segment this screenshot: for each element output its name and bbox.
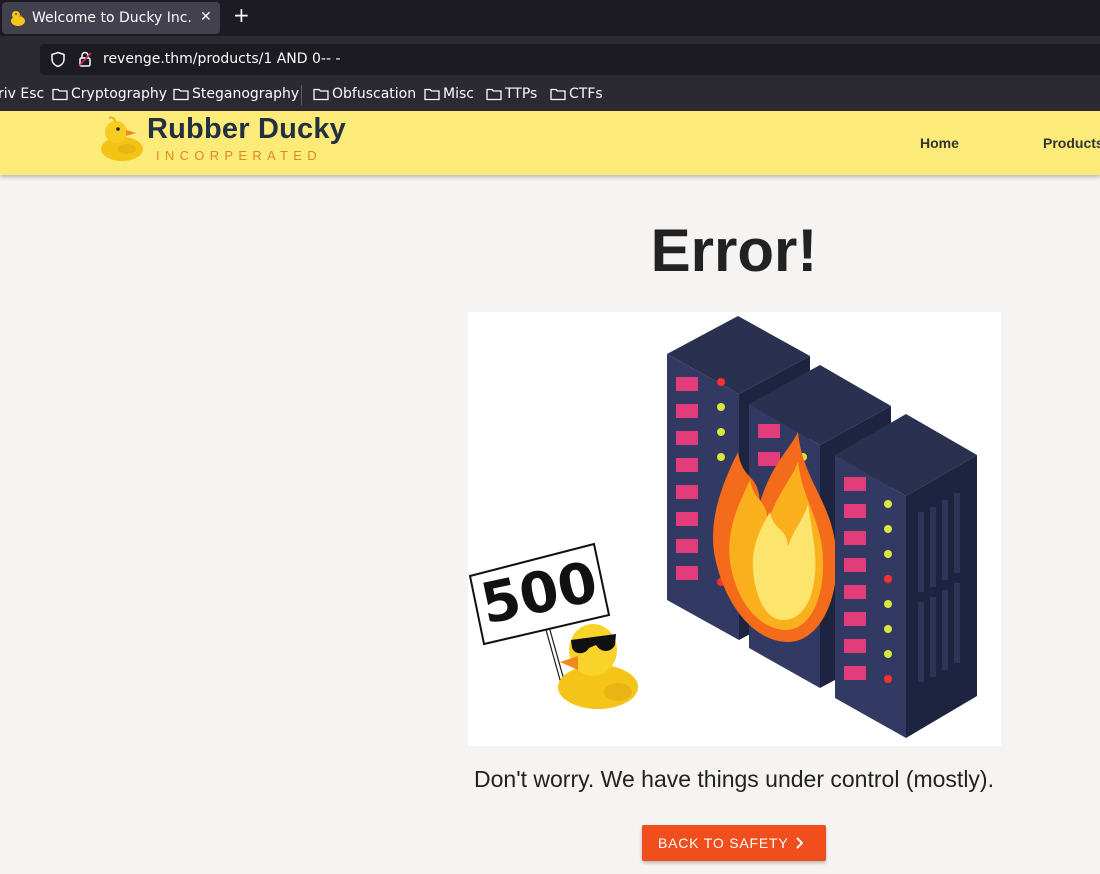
shield-icon[interactable] — [50, 51, 66, 68]
bookmark-label: TTPs — [505, 86, 538, 102]
bookmark-label: Cryptography — [71, 86, 168, 102]
error-illustration: 500 — [468, 312, 1001, 746]
sunglasses-duck — [558, 624, 638, 709]
logo-title[interactable]: Rubber Ducky — [147, 113, 346, 146]
bookmark-label: Misc — [443, 86, 474, 102]
error-heading: Error! — [650, 217, 818, 284]
bookmark-priv-esc[interactable]: riv Esc — [0, 86, 44, 102]
bookmarks-separator — [301, 85, 302, 105]
folder-icon — [173, 88, 189, 101]
bookmark-label: CTFs — [569, 86, 603, 102]
nav-home-link[interactable]: Home — [920, 135, 959, 151]
bookmark-cryptography[interactable]: Cryptography — [52, 86, 167, 102]
bookmark-label: Obfuscation — [332, 86, 417, 102]
error-message: Don't worry. We have things under contro… — [474, 766, 994, 792]
logo-subtitle: INCORPERATED — [156, 148, 322, 163]
bookmark-ctfs[interactable]: CTFs — [550, 86, 603, 102]
chevron-right-icon — [796, 837, 803, 849]
browser-tab-strip: Welcome to Ducky Inc. ✕ + — [0, 0, 1100, 36]
server-fire-illustration: 500 — [468, 316, 977, 738]
new-tab-button[interactable]: + — [233, 3, 250, 27]
url-text[interactable]: revenge.thm/products/1 AND 0-- - — [103, 51, 341, 67]
bookmark-misc[interactable]: Misc — [424, 86, 474, 102]
bookmarks-bar: riv Esc Cryptography Steganography Obfus… — [0, 79, 1100, 111]
browser-toolbar: revenge.thm/products/1 AND 0-- - — [0, 36, 1100, 79]
bookmark-ttps[interactable]: TTPs — [486, 86, 537, 102]
bookmark-label: riv Esc — [0, 86, 45, 102]
folder-icon — [486, 88, 502, 101]
folder-icon — [424, 88, 440, 101]
browser-tab[interactable]: Welcome to Ducky Inc. ✕ — [2, 2, 220, 34]
back-to-safety-button[interactable]: BACK TO SAFETY — [642, 825, 826, 861]
button-label: BACK TO SAFETY — [658, 835, 789, 851]
url-bar[interactable]: revenge.thm/products/1 AND 0-- - — [40, 44, 1100, 75]
bookmark-label: Steganography — [192, 86, 300, 102]
close-tab-icon[interactable]: ✕ — [200, 9, 212, 25]
folder-icon — [313, 88, 329, 101]
folder-icon — [52, 88, 68, 101]
tab-title: Welcome to Ducky Inc. — [32, 10, 192, 26]
folder-icon — [550, 88, 566, 101]
sign-500-text: 500 — [475, 550, 603, 638]
duck-logo-icon[interactable] — [100, 116, 144, 162]
bookmark-steganography[interactable]: Steganography — [173, 86, 299, 102]
nav-products-link[interactable]: Products — [1043, 135, 1100, 151]
lock-icon[interactable] — [77, 50, 93, 68]
duck-favicon-icon — [11, 11, 25, 26]
server-rack — [835, 414, 977, 738]
site-header: Rubber Ducky INCORPERATED Home Products — [0, 111, 1100, 175]
bookmark-obfuscation[interactable]: Obfuscation — [313, 86, 416, 102]
